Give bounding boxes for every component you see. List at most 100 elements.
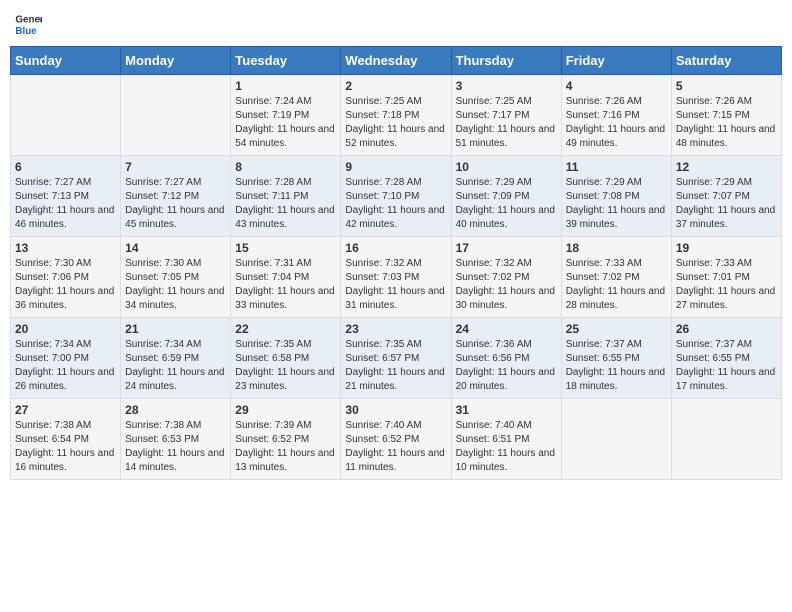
day-number: 11 — [566, 160, 667, 174]
day-number: 16 — [345, 241, 446, 255]
day-cell: 25 Sunrise: 7:37 AM Sunset: 6:55 PM Dayli… — [561, 318, 671, 399]
header-cell-monday: Monday — [121, 47, 231, 75]
calendar-table: SundayMondayTuesdayWednesdayThursdayFrid… — [10, 46, 782, 480]
day-content: Sunrise: 7:29 AM Sunset: 7:07 PM Dayligh… — [676, 176, 777, 232]
day-number: 18 — [566, 241, 667, 255]
day-number: 22 — [235, 322, 336, 336]
week-row-3: 13 Sunrise: 7:30 AM Sunset: 7:06 PM Dayli… — [11, 237, 782, 318]
day-content: Sunrise: 7:33 AM Sunset: 7:02 PM Dayligh… — [566, 257, 667, 313]
day-cell — [121, 75, 231, 156]
day-content: Sunrise: 7:31 AM Sunset: 7:04 PM Dayligh… — [235, 257, 336, 313]
header-cell-friday: Friday — [561, 47, 671, 75]
day-content: Sunrise: 7:37 AM Sunset: 6:55 PM Dayligh… — [566, 338, 667, 394]
day-number: 9 — [345, 160, 446, 174]
day-cell: 21 Sunrise: 7:34 AM Sunset: 6:59 PM Dayli… — [121, 318, 231, 399]
day-cell: 8 Sunrise: 7:28 AM Sunset: 7:11 PM Daylig… — [231, 156, 341, 237]
day-number: 6 — [15, 160, 116, 174]
day-number: 15 — [235, 241, 336, 255]
day-content: Sunrise: 7:25 AM Sunset: 7:17 PM Dayligh… — [456, 95, 557, 151]
day-number: 2 — [345, 79, 446, 93]
week-row-2: 6 Sunrise: 7:27 AM Sunset: 7:13 PM Daylig… — [11, 156, 782, 237]
generalblue-logo-icon: General Blue — [14, 10, 42, 38]
day-cell: 28 Sunrise: 7:38 AM Sunset: 6:53 PM Dayli… — [121, 399, 231, 480]
day-content: Sunrise: 7:35 AM Sunset: 6:57 PM Dayligh… — [345, 338, 446, 394]
day-number: 8 — [235, 160, 336, 174]
page-header: General Blue — [10, 10, 782, 38]
day-content: Sunrise: 7:27 AM Sunset: 7:12 PM Dayligh… — [125, 176, 226, 232]
day-number: 13 — [15, 241, 116, 255]
day-number: 21 — [125, 322, 226, 336]
day-cell: 24Sunrise: 7:36 AM Sunset: 6:56 PM Dayli… — [451, 318, 561, 399]
day-content: Sunrise: 7:32 AM Sunset: 7:03 PM Dayligh… — [345, 257, 446, 313]
day-cell: 18 Sunrise: 7:33 AM Sunset: 7:02 PM Dayli… — [561, 237, 671, 318]
day-content: Sunrise: 7:36 AM Sunset: 6:56 PM Dayligh… — [456, 338, 557, 394]
day-cell: 31Sunrise: 7:40 AM Sunset: 6:51 PM Dayli… — [451, 399, 561, 480]
header-row: SundayMondayTuesdayWednesdayThursdayFrid… — [11, 47, 782, 75]
day-content: Sunrise: 7:29 AM Sunset: 7:08 PM Dayligh… — [566, 176, 667, 232]
calendar-body: 1Sunrise: 7:24 AM Sunset: 7:19 PM Daylig… — [11, 75, 782, 480]
day-content: Sunrise: 7:38 AM Sunset: 6:53 PM Dayligh… — [125, 419, 226, 475]
day-content: Sunrise: 7:35 AM Sunset: 6:58 PM Dayligh… — [235, 338, 336, 394]
day-cell: 10Sunrise: 7:29 AM Sunset: 7:09 PM Dayli… — [451, 156, 561, 237]
day-content: Sunrise: 7:28 AM Sunset: 7:10 PM Dayligh… — [345, 176, 446, 232]
svg-text:Blue: Blue — [15, 26, 37, 37]
day-content: Sunrise: 7:33 AM Sunset: 7:01 PM Dayligh… — [676, 257, 777, 313]
day-cell: 3Sunrise: 7:25 AM Sunset: 7:17 PM Daylig… — [451, 75, 561, 156]
day-cell: 4 Sunrise: 7:26 AM Sunset: 7:16 PM Daylig… — [561, 75, 671, 156]
day-cell: 14Sunrise: 7:30 AM Sunset: 7:05 PM Dayli… — [121, 237, 231, 318]
week-row-4: 20Sunrise: 7:34 AM Sunset: 7:00 PM Dayli… — [11, 318, 782, 399]
day-cell: 29Sunrise: 7:39 AM Sunset: 6:52 PM Dayli… — [231, 399, 341, 480]
day-number: 19 — [676, 241, 777, 255]
day-cell — [561, 399, 671, 480]
day-content: Sunrise: 7:25 AM Sunset: 7:18 PM Dayligh… — [345, 95, 446, 151]
svg-text:General: General — [15, 15, 42, 26]
day-number: 10 — [456, 160, 557, 174]
day-number: 5 — [676, 79, 777, 93]
header-cell-sunday: Sunday — [11, 47, 121, 75]
day-cell: 23 Sunrise: 7:35 AM Sunset: 6:57 PM Dayli… — [341, 318, 451, 399]
day-content: Sunrise: 7:34 AM Sunset: 6:59 PM Dayligh… — [125, 338, 226, 394]
day-number: 20 — [15, 322, 116, 336]
header-cell-wednesday: Wednesday — [341, 47, 451, 75]
day-cell: 19 Sunrise: 7:33 AM Sunset: 7:01 PM Dayli… — [671, 237, 781, 318]
header-cell-tuesday: Tuesday — [231, 47, 341, 75]
day-cell: 17 Sunrise: 7:32 AM Sunset: 7:02 PM Dayli… — [451, 237, 561, 318]
day-content: Sunrise: 7:30 AM Sunset: 7:06 PM Dayligh… — [15, 257, 116, 313]
day-cell: 6 Sunrise: 7:27 AM Sunset: 7:13 PM Daylig… — [11, 156, 121, 237]
day-cell — [11, 75, 121, 156]
day-content: Sunrise: 7:39 AM Sunset: 6:52 PM Dayligh… — [235, 419, 336, 475]
day-cell: 11 Sunrise: 7:29 AM Sunset: 7:08 PM Dayli… — [561, 156, 671, 237]
day-number: 23 — [345, 322, 446, 336]
day-number: 25 — [566, 322, 667, 336]
day-content: Sunrise: 7:28 AM Sunset: 7:11 PM Dayligh… — [235, 176, 336, 232]
day-number: 30 — [345, 403, 446, 417]
day-content: Sunrise: 7:26 AM Sunset: 7:16 PM Dayligh… — [566, 95, 667, 151]
day-cell — [671, 399, 781, 480]
day-cell: 26 Sunrise: 7:37 AM Sunset: 6:55 PM Dayli… — [671, 318, 781, 399]
day-number: 28 — [125, 403, 226, 417]
logo: General Blue — [14, 10, 42, 38]
day-content: Sunrise: 7:32 AM Sunset: 7:02 PM Dayligh… — [456, 257, 557, 313]
day-content: Sunrise: 7:27 AM Sunset: 7:13 PM Dayligh… — [15, 176, 116, 232]
day-number: 1 — [235, 79, 336, 93]
day-cell: 22 Sunrise: 7:35 AM Sunset: 6:58 PM Dayli… — [231, 318, 341, 399]
week-row-5: 27 Sunrise: 7:38 AM Sunset: 6:54 PM Dayli… — [11, 399, 782, 480]
day-cell: 12Sunrise: 7:29 AM Sunset: 7:07 PM Dayli… — [671, 156, 781, 237]
day-number: 4 — [566, 79, 667, 93]
day-cell: 15 Sunrise: 7:31 AM Sunset: 7:04 PM Dayli… — [231, 237, 341, 318]
day-content: Sunrise: 7:37 AM Sunset: 6:55 PM Dayligh… — [676, 338, 777, 394]
day-cell: 7 Sunrise: 7:27 AM Sunset: 7:12 PM Daylig… — [121, 156, 231, 237]
day-number: 27 — [15, 403, 116, 417]
day-number: 26 — [676, 322, 777, 336]
day-number: 17 — [456, 241, 557, 255]
day-number: 31 — [456, 403, 557, 417]
day-content: Sunrise: 7:38 AM Sunset: 6:54 PM Dayligh… — [15, 419, 116, 475]
day-cell: 1Sunrise: 7:24 AM Sunset: 7:19 PM Daylig… — [231, 75, 341, 156]
day-number: 14 — [125, 241, 226, 255]
day-number: 7 — [125, 160, 226, 174]
day-cell: 16 Sunrise: 7:32 AM Sunset: 7:03 PM Dayli… — [341, 237, 451, 318]
header-cell-saturday: Saturday — [671, 47, 781, 75]
week-row-1: 1Sunrise: 7:24 AM Sunset: 7:19 PM Daylig… — [11, 75, 782, 156]
day-cell: 13 Sunrise: 7:30 AM Sunset: 7:06 PM Dayli… — [11, 237, 121, 318]
day-cell: 30Sunrise: 7:40 AM Sunset: 6:52 PM Dayli… — [341, 399, 451, 480]
